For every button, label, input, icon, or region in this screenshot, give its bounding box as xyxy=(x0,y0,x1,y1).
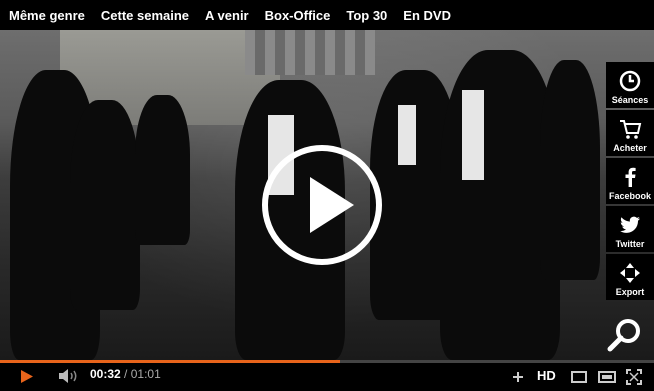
current-time: 00:32 xyxy=(90,367,121,381)
video-frame[interactable] xyxy=(0,30,654,360)
play-overlay-button[interactable] xyxy=(262,145,382,265)
small-screen-icon[interactable] xyxy=(571,371,587,383)
facebook-icon xyxy=(625,167,636,187)
nav-item-box-office[interactable]: Box-Office xyxy=(265,8,331,23)
seances-button[interactable]: Séances xyxy=(606,62,654,108)
acheter-button[interactable]: Acheter xyxy=(606,110,654,156)
hd-button[interactable]: HD xyxy=(537,368,556,383)
twitter-icon xyxy=(620,216,640,233)
facebook-button[interactable]: Facebook xyxy=(606,158,654,204)
dancer-figure xyxy=(70,100,140,310)
export-label: Export xyxy=(615,287,645,297)
magnifier-icon xyxy=(607,319,640,352)
nav-item-meme-genre[interactable]: Même genre xyxy=(9,8,85,23)
volume-icon[interactable] xyxy=(58,368,80,384)
export-arrows-icon xyxy=(620,263,640,283)
nav-item-en-dvd[interactable]: En DVD xyxy=(403,8,451,23)
dancer-shirt xyxy=(398,105,416,165)
nav-item-cette-semaine[interactable]: Cette semaine xyxy=(101,8,189,23)
acheter-label: Acheter xyxy=(613,143,647,153)
time-display: 00:32 / 01:01 xyxy=(90,367,161,381)
cart-icon xyxy=(620,120,642,139)
nav-item-top-30[interactable]: Top 30 xyxy=(346,8,387,23)
background-awning xyxy=(245,30,375,75)
clock-icon xyxy=(619,70,641,92)
top-nav: Même genre Cette semaine A venir Box-Off… xyxy=(0,0,654,30)
total-time: 01:01 xyxy=(130,367,161,381)
seances-label: Séances xyxy=(611,95,649,105)
twitter-button[interactable]: Twitter xyxy=(606,206,654,252)
dancer-figure xyxy=(135,95,190,245)
progress-track[interactable] xyxy=(0,360,654,363)
facebook-label: Facebook xyxy=(608,191,651,201)
fullscreen-icon[interactable] xyxy=(626,369,642,385)
play-button[interactable] xyxy=(20,369,34,384)
progress-fill xyxy=(0,360,341,363)
dancer-figure xyxy=(540,60,600,280)
export-button[interactable]: Export xyxy=(606,254,654,300)
plus-icon[interactable] xyxy=(512,371,524,383)
side-panel: Séances Acheter Facebook Twitter Export xyxy=(606,62,654,300)
time-separator: / xyxy=(124,367,128,381)
search-button[interactable] xyxy=(606,314,646,354)
player-controls: 00:32 / 01:01 HD xyxy=(0,360,654,391)
twitter-label: Twitter xyxy=(615,239,645,249)
dancer-shirt xyxy=(462,90,484,180)
wide-screen-icon[interactable] xyxy=(598,371,616,383)
nav-item-a-venir[interactable]: A venir xyxy=(205,8,249,23)
